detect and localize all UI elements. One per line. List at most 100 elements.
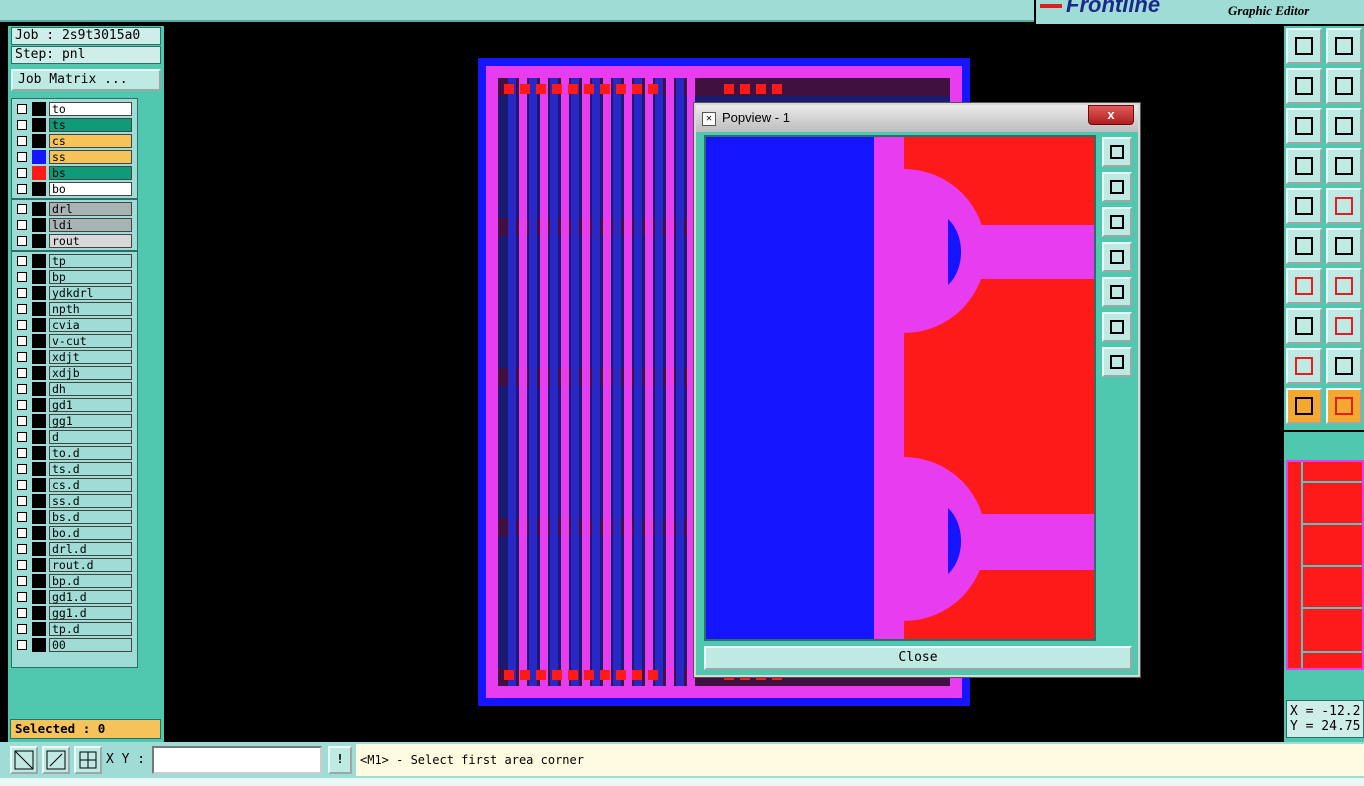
- layer-color-swatch[interactable]: [32, 590, 46, 604]
- layer-color-swatch[interactable]: [32, 398, 46, 412]
- layer-checkbox[interactable]: [17, 288, 27, 298]
- layer-row[interactable]: ydkdrl: [12, 285, 137, 301]
- grid-mode-icon[interactable]: [74, 746, 102, 774]
- pv-pan-up-button[interactable]: [1102, 172, 1132, 202]
- layer-checkbox[interactable]: [17, 480, 27, 490]
- layer-name[interactable]: d: [49, 430, 132, 444]
- line-tool-icon[interactable]: [1326, 188, 1362, 224]
- layer-color-swatch[interactable]: [32, 134, 46, 148]
- layer-color-swatch[interactable]: [32, 234, 46, 248]
- pv-pan-down-button[interactable]: [1102, 207, 1132, 237]
- layer-name[interactable]: bp: [49, 270, 132, 284]
- layer-color-swatch[interactable]: [32, 574, 46, 588]
- layer-row[interactable]: gg1: [12, 413, 137, 429]
- layer-row[interactable]: tp.d: [12, 621, 137, 637]
- close-icon[interactable]: x: [1088, 105, 1134, 125]
- layer-name[interactable]: ts.d: [49, 462, 132, 476]
- layer-name[interactable]: npth: [49, 302, 132, 316]
- layer-name[interactable]: rout.d: [49, 558, 132, 572]
- grid-icon[interactable]: [1326, 148, 1362, 184]
- layer-row[interactable]: npth: [12, 301, 137, 317]
- layer-row[interactable]: bs.d: [12, 509, 137, 525]
- layer-row[interactable]: gd1: [12, 397, 137, 413]
- layer-checkbox[interactable]: [17, 368, 27, 378]
- layer-name[interactable]: to.d: [49, 446, 132, 460]
- layer-checkbox[interactable]: [17, 272, 27, 282]
- layer-color-swatch[interactable]: [32, 350, 46, 364]
- layer-color-swatch[interactable]: [32, 202, 46, 216]
- layer-checkbox[interactable]: [17, 320, 27, 330]
- layer-row[interactable]: ss.d: [12, 493, 137, 509]
- layer-name[interactable]: tp.d: [49, 622, 132, 636]
- pv-zoom-in-button[interactable]: [1102, 312, 1132, 342]
- trace-tool-icon[interactable]: [1326, 308, 1362, 344]
- layer-color-swatch[interactable]: [32, 638, 46, 652]
- xy-input[interactable]: [152, 746, 322, 774]
- layer-checkbox[interactable]: [17, 576, 27, 586]
- measure-mode-icon[interactable]: [42, 746, 70, 774]
- layer-checkbox[interactable]: [17, 496, 27, 506]
- layer-color-swatch[interactable]: [32, 478, 46, 492]
- layer-name[interactable]: rout: [49, 234, 132, 248]
- layer-color-swatch[interactable]: [32, 542, 46, 556]
- pointer-icon[interactable]: [1286, 388, 1322, 424]
- layer-name[interactable]: ldi: [49, 218, 132, 232]
- layer-color-swatch[interactable]: [32, 366, 46, 380]
- layer-color-swatch[interactable]: [32, 446, 46, 460]
- node-tool-icon[interactable]: [1286, 228, 1322, 264]
- layer-color-swatch[interactable]: [32, 430, 46, 444]
- layer-row[interactable]: d: [12, 429, 137, 445]
- snap-mode-icon[interactable]: [10, 746, 38, 774]
- layer-color-swatch[interactable]: [32, 286, 46, 300]
- layer-name[interactable]: 00: [49, 638, 132, 652]
- layer-row[interactable]: dh: [12, 381, 137, 397]
- layer-row[interactable]: gd1.d: [12, 589, 137, 605]
- layer-name[interactable]: cvia: [49, 318, 132, 332]
- layer-row[interactable]: ldi: [12, 217, 137, 233]
- layer-name[interactable]: bo.d: [49, 526, 132, 540]
- layer-row[interactable]: bp.d: [12, 573, 137, 589]
- layer-row[interactable]: gg1.d: [12, 605, 137, 621]
- layer-name[interactable]: bs.d: [49, 510, 132, 524]
- layer-checkbox[interactable]: [17, 528, 27, 538]
- layer-color-swatch[interactable]: [32, 182, 46, 196]
- layer-row[interactable]: bo: [12, 181, 137, 197]
- layer-row[interactable]: ss: [12, 149, 137, 165]
- layer-name[interactable]: drl: [49, 202, 132, 216]
- layer-checkbox[interactable]: [17, 624, 27, 634]
- layer-name[interactable]: bs: [49, 166, 132, 180]
- layer-row[interactable]: rout: [12, 233, 137, 249]
- pad-tool-icon[interactable]: [1286, 308, 1322, 344]
- layer-color-swatch[interactable]: [32, 254, 46, 268]
- layer-row[interactable]: tp: [12, 253, 137, 269]
- layer-row[interactable]: v-cut: [12, 333, 137, 349]
- layer-row[interactable]: ts.d: [12, 461, 137, 477]
- move-down-icon[interactable]: [1326, 28, 1362, 64]
- layer-color-swatch[interactable]: [32, 622, 46, 636]
- layer-name[interactable]: bp.d: [49, 574, 132, 588]
- select-point-icon[interactable]: [1286, 188, 1322, 224]
- layer-color-swatch[interactable]: [32, 318, 46, 332]
- layer-checkbox[interactable]: [17, 384, 27, 394]
- layer-color-swatch[interactable]: [32, 150, 46, 164]
- layer-checkbox[interactable]: [17, 336, 27, 346]
- layer-checkbox[interactable]: [17, 448, 27, 458]
- draw-line-icon[interactable]: [1286, 268, 1322, 304]
- layer-checkbox[interactable]: [17, 416, 27, 426]
- layer-row[interactable]: rout.d: [12, 557, 137, 573]
- center-view-icon[interactable]: [1326, 108, 1362, 144]
- layer-name[interactable]: ts: [49, 118, 132, 132]
- layer-checkbox[interactable]: [17, 220, 27, 230]
- layer-checkbox[interactable]: [17, 104, 27, 114]
- layer-color-swatch[interactable]: [32, 270, 46, 284]
- layer-row[interactable]: drl.d: [12, 541, 137, 557]
- layer-checkbox[interactable]: [17, 400, 27, 410]
- layer-name[interactable]: xdjt: [49, 350, 132, 364]
- layer-name[interactable]: xdjb: [49, 366, 132, 380]
- popview-titlebar[interactable]: ✕ Popview - 1 x: [696, 105, 1138, 132]
- layer-row[interactable]: 00: [12, 637, 137, 653]
- layer-row[interactable]: xdjt: [12, 349, 137, 365]
- job-matrix-button[interactable]: Job Matrix ...: [11, 69, 161, 91]
- layer-checkbox[interactable]: [17, 464, 27, 474]
- layer-checkbox[interactable]: [17, 120, 27, 130]
